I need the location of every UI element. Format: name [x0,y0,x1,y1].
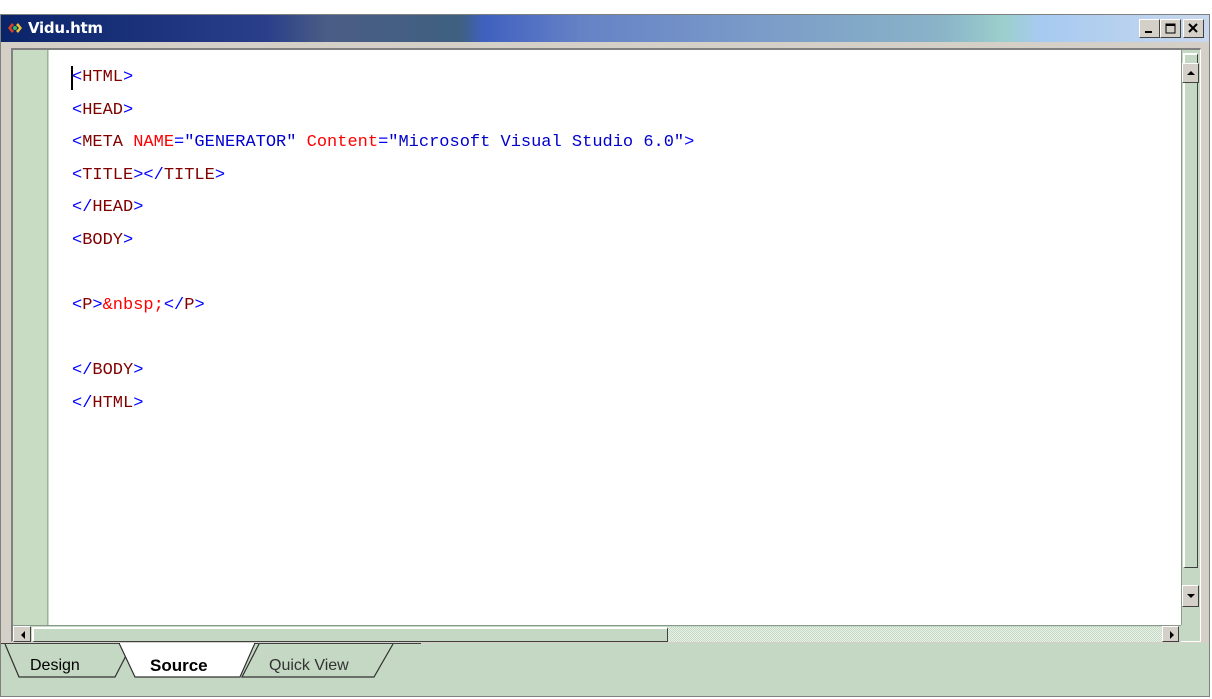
code-token: </ [163,296,185,316]
code-token: ></ [133,165,164,185]
code-line[interactable]: <HTML> [72,62,694,95]
code-token: </ [72,393,93,413]
code-line[interactable]: <P>&nbsp;</P> [72,290,694,323]
visual-interdev-icon [8,23,22,33]
code-token: HTML [92,393,134,413]
code-token: META [82,133,124,153]
code-token: TITLE [163,165,215,185]
code-token: &nbsp; [102,296,164,316]
minimize-button[interactable] [1139,19,1160,38]
tab-source[interactable]: Source [150,656,208,676]
code-token: Content [306,133,379,153]
horizontal-scroll-thumb[interactable] [32,627,668,642]
code-token: BODY [82,230,124,250]
maximize-icon [1165,23,1176,34]
code-token: HTML [82,68,124,87]
horizontal-scroll-track[interactable] [668,627,1162,642]
code-token: = [378,133,389,153]
scroll-right-button[interactable] [1162,626,1179,642]
editor-gutter [13,50,48,625]
code-token: BODY [92,361,134,381]
editor-window: Vidu.htm <HTML> <HEAD> <META NAME="GENERAT… [0,14,1210,697]
code-line[interactable]: </BODY> [72,355,694,388]
tab-quick-view[interactable]: Quick View [269,657,349,675]
arrow-right-icon [1170,631,1174,639]
code-line[interactable]: <META NAME="GENERATOR" Content="Microsof… [72,127,694,160]
code-token: = [174,133,185,153]
arrow-down-icon [1187,594,1195,598]
code-line[interactable] [72,258,694,291]
code-line[interactable]: <TITLE></TITLE> [72,160,694,193]
code-token: P [82,296,93,316]
text-caret [71,66,73,90]
document-area: <HTML> <HEAD> <META NAME="GENERATOR" Conte… [11,48,1201,642]
view-tabs: Design Source Quick View [1,643,1209,696]
source-code[interactable]: <HTML> <HEAD> <META NAME="GENERATOR" Conte… [72,62,694,421]
code-line[interactable]: <HEAD> [72,95,694,128]
code-token: TITLE [82,165,134,185]
background-strip [0,0,1212,14]
code-line[interactable] [72,323,694,356]
code-token: > [92,296,103,316]
code-token: > [684,133,695,153]
code-token: NAME [133,133,175,153]
code-token: HEAD [92,198,134,218]
code-line[interactable]: </HTML> [72,388,694,421]
vertical-scrollbar[interactable] [1181,50,1199,625]
code-token: "Microsoft Visual Studio 6.0" [388,133,685,153]
title-bar[interactable]: Vidu.htm [1,15,1209,42]
tab-design[interactable]: Design [30,657,80,675]
vertical-scroll-thumb[interactable] [1183,53,1198,568]
scroll-up-button[interactable] [1182,63,1199,83]
arrow-left-icon [21,631,25,639]
horizontal-scrollbar[interactable] [13,625,1181,642]
maximize-button[interactable] [1160,19,1181,38]
code-line[interactable]: </HEAD> [72,192,694,225]
code-token: > [123,100,134,120]
code-token: HEAD [82,100,124,120]
scroll-left-button[interactable] [13,626,31,642]
code-token: < [72,165,83,185]
code-token: < [72,100,83,120]
arrow-up-icon [1187,71,1195,75]
code-token: > [133,361,144,381]
code-token: > [133,393,144,413]
window-title: Vidu.htm [28,19,103,37]
code-token: "GENERATOR" [184,133,297,153]
code-token: > [133,198,144,218]
code-token: > [123,68,134,87]
close-button[interactable] [1183,19,1204,38]
scroll-down-button[interactable] [1182,585,1199,607]
code-token: > [194,296,205,316]
code-token: P [184,296,195,316]
code-line[interactable]: <BODY> [72,225,694,258]
minimize-icon [1145,31,1152,33]
code-token: > [214,165,226,185]
source-editor[interactable]: <HTML> <HEAD> <META NAME="GENERATOR" Conte… [49,50,1181,625]
code-token: > [123,230,134,250]
code-token: < [72,68,83,87]
code-token: < [72,296,83,316]
close-icon [1188,23,1198,33]
code-token: < [72,133,83,153]
code-token: </ [72,361,93,381]
code-token: < [72,230,83,250]
code-token: </ [72,198,93,218]
